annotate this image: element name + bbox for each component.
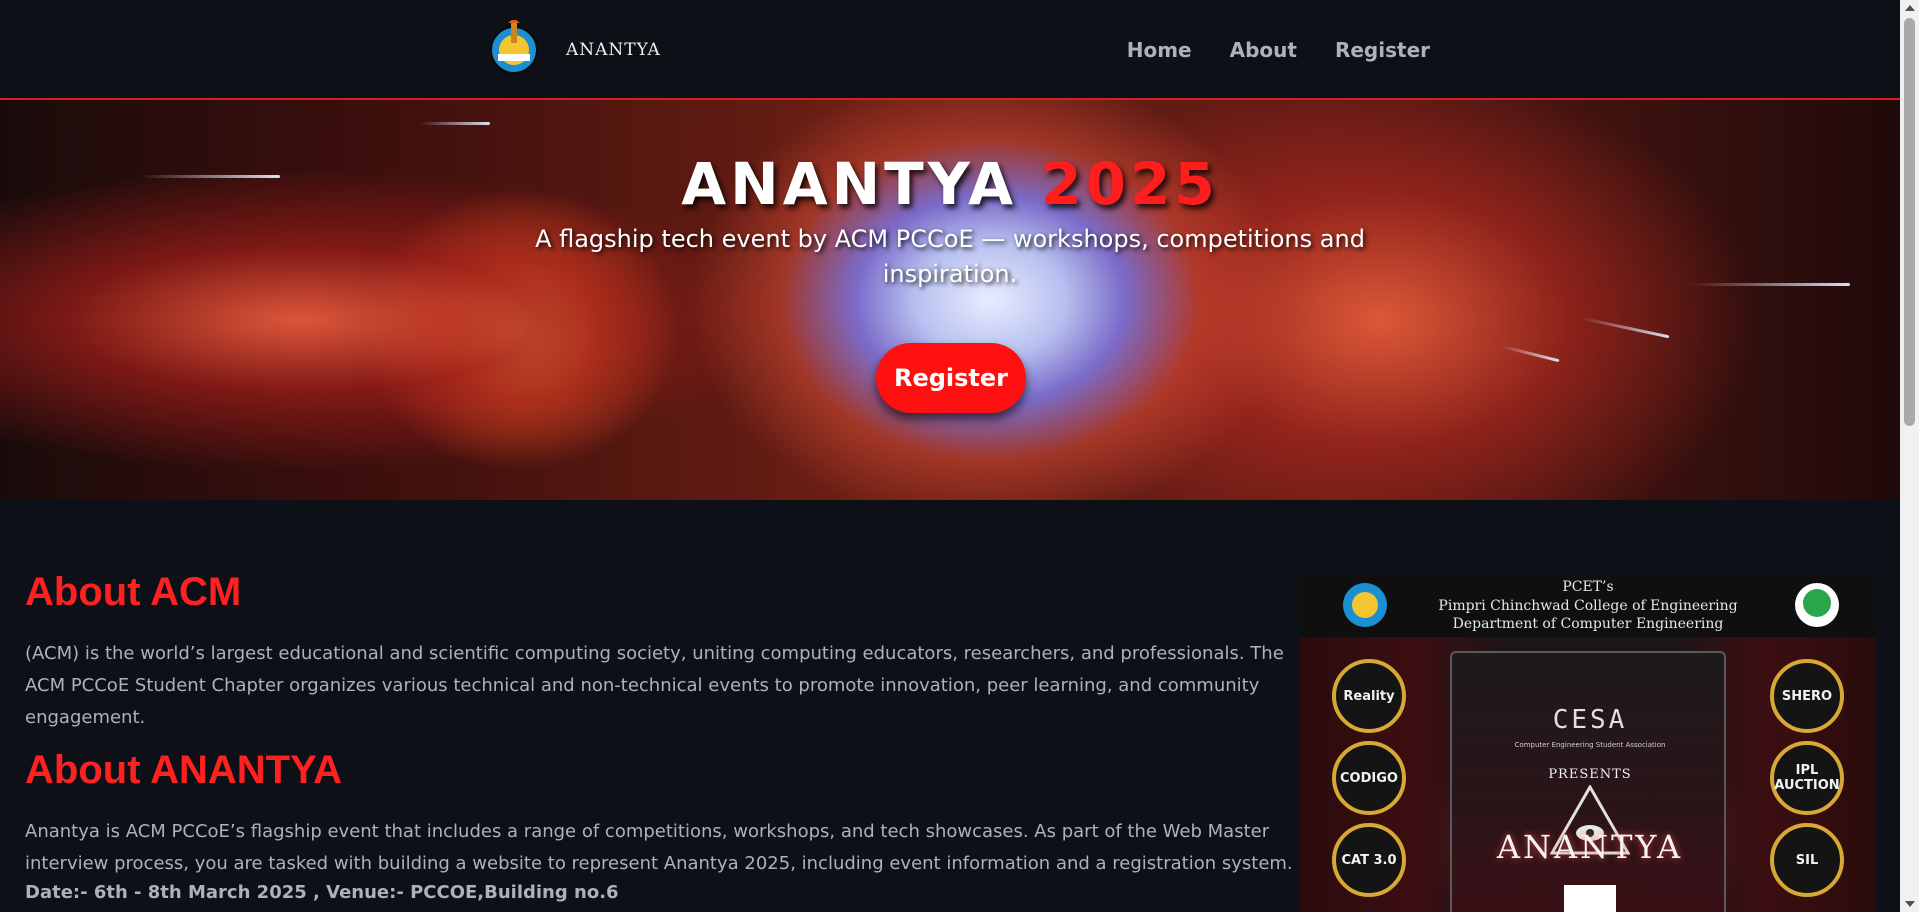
hero-title: ANANTYA 2025 xyxy=(0,150,1900,218)
page-scrollbar[interactable] xyxy=(1900,0,1919,912)
meteor-streak xyxy=(1580,316,1670,339)
pccoe-logo[interactable] xyxy=(484,20,544,74)
badge-shero: SHERO xyxy=(1770,659,1844,733)
hero-title-main: ANANTYA xyxy=(681,150,1018,218)
poster-body: Reality CODIGO CAT 3.0 SHERO IPL AUCTION… xyxy=(1300,637,1876,912)
hero-register-button[interactable]: Register xyxy=(876,343,1026,413)
poster-pccoe-logo xyxy=(1343,583,1387,627)
hero-subtitle: A flagship tech event by ACM PCCoE — wor… xyxy=(535,225,1365,288)
about-acm-heading: About ACM xyxy=(25,570,242,614)
scroll-down-icon[interactable] xyxy=(1905,901,1915,907)
nav-link-about[interactable]: About xyxy=(1230,38,1297,62)
badge-cat: CAT 3.0 xyxy=(1332,823,1406,897)
poster-cesa: CESA xyxy=(1552,705,1628,735)
scrollbar-thumb[interactable] xyxy=(1904,18,1915,426)
nav-link-home[interactable]: Home xyxy=(1127,38,1192,62)
badge-sil: SIL xyxy=(1770,823,1844,897)
scroll-up-icon[interactable] xyxy=(1905,5,1915,11)
poster-25-logo xyxy=(1795,583,1839,627)
meteor-streak xyxy=(1690,283,1850,286)
hero-title-year: 2025 xyxy=(1041,150,1219,218)
about-acm-text: (ACM) is the world’s largest educational… xyxy=(25,643,1284,728)
qr-code xyxy=(1564,885,1616,912)
event-poster: PCET’s Pimpri Chinchwad College of Engin… xyxy=(1300,575,1876,912)
date-venue-text: Date:- 6th - 8th March 2025 , Venue:- PC… xyxy=(25,882,619,903)
poster-header-line3: Department of Computer Engineering xyxy=(1452,616,1724,632)
badge-codigo: CODIGO xyxy=(1332,741,1406,815)
nav-link-register[interactable]: Register xyxy=(1335,38,1430,62)
about-anantya-heading: About ANANTYA xyxy=(25,748,343,792)
poster-cesa-sub: Computer Engineering Student Association xyxy=(1514,741,1666,749)
poster-title: ANANTYA xyxy=(1496,828,1684,866)
about-anantya-text: Anantya is ACM PCCoE’s flagship event th… xyxy=(25,821,1293,874)
anantya-logo-text: ANANTYA xyxy=(566,40,661,60)
nav-links: Home About Register xyxy=(1127,38,1430,62)
poster-frame: CESA Computer Engineering Student Associ… xyxy=(1450,651,1726,912)
hero-banner: ANANTYA 2025 A flagship tech event by AC… xyxy=(0,100,1900,500)
navbar: ANANTYA Home About Register xyxy=(0,0,1900,100)
badge-reality: Reality xyxy=(1332,659,1406,733)
meteor-streak xyxy=(420,122,490,125)
meteor-streak xyxy=(1500,344,1560,363)
anantya-logo[interactable]: ANANTYA xyxy=(566,28,678,72)
poster-presents: PRESENTS xyxy=(1548,767,1632,782)
badge-ipl-auction: IPL AUCTION xyxy=(1770,741,1844,815)
